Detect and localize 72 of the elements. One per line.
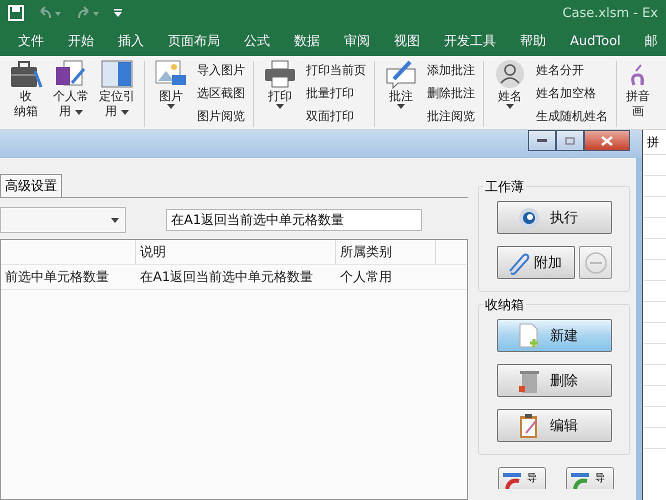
- table-cell-text: 个人常用: [339, 269, 393, 287]
- ribbon-button[interactable]: 收 纳箱: [6, 59, 46, 129]
- close-button[interactable]: [584, 130, 630, 151]
- comment-pen-icon: [384, 59, 418, 89]
- ribbon-item[interactable]: 选区截图: [197, 84, 245, 102]
- minimize-button[interactable]: [528, 130, 556, 151]
- undo-icon: [38, 6, 62, 20]
- ribbon-item[interactable]: 批量打印: [306, 84, 366, 102]
- menu-tab[interactable]: 邮: [632, 26, 666, 56]
- table-cell-text: 在A1返回当前选中单元格数量: [139, 269, 314, 287]
- window-title: Case.xlsm - Ex: [562, 6, 658, 20]
- menu-tab[interactable]: 审阅: [332, 26, 382, 56]
- ribbon-button[interactable]: 打印: [260, 59, 300, 129]
- ribbon-item[interactable]: 批注阅览: [427, 107, 475, 125]
- clipboard-icon: [518, 412, 540, 438]
- menu-tab[interactable]: 帮助: [508, 26, 558, 56]
- split-panel-icon: [100, 59, 134, 89]
- action-button[interactable]: 执行: [497, 201, 612, 234]
- menu-tab[interactable]: 插入: [106, 26, 156, 56]
- import-icon: [503, 471, 523, 489]
- ribbon-item[interactable]: 打印当前页: [306, 61, 366, 79]
- menu-tab[interactable]: 页面布局: [156, 26, 232, 56]
- ribbon-item[interactable]: 图片阅览: [197, 107, 245, 125]
- sheet-cell: 拼: [643, 130, 666, 155]
- transfer-button[interactable]: 导: [498, 467, 546, 489]
- maximize-button[interactable]: [556, 130, 584, 151]
- ribbon-item[interactable]: 生成随机姓名: [536, 107, 608, 125]
- table-cell-text: 前选中单元格数量: [4, 269, 110, 287]
- menu-tab[interactable]: 开始: [56, 26, 106, 56]
- description-field[interactable]: 在A1返回当前选中单元格数量: [166, 209, 422, 231]
- minimize-icon: [537, 139, 547, 142]
- customize-icon: [114, 9, 122, 17]
- ribbon-item[interactable]: 添加批注: [427, 61, 475, 79]
- ribbon-button[interactable]: 个人常 用: [50, 59, 92, 129]
- ribbon-item[interactable]: 姓名分开: [536, 61, 608, 79]
- transfer-button[interactable]: 导: [566, 467, 614, 489]
- ribbon-button[interactable]: 拼音 画: [623, 59, 653, 129]
- action-button[interactable]: 新建: [497, 319, 612, 352]
- minus-icon: [584, 252, 606, 274]
- ribbon-item[interactable]: 导入图片: [197, 61, 245, 79]
- menu-tab[interactable]: 数据: [282, 26, 332, 56]
- toolbox-icon: [9, 59, 43, 89]
- menu-tab[interactable]: 文件: [6, 26, 56, 56]
- menu-tab[interactable]: AudTool: [558, 26, 633, 56]
- menu-tab[interactable]: 开发工具: [432, 26, 508, 56]
- redo-icon: [76, 6, 100, 20]
- group-title: 收纳箱: [483, 296, 526, 314]
- action-button[interactable]: 附加: [497, 246, 575, 279]
- group-title: 工作薄: [483, 178, 526, 196]
- export-icon: [571, 471, 591, 489]
- ribbon-button[interactable]: 定位引 用: [96, 59, 138, 129]
- column-header[interactable]: 说明: [136, 240, 336, 264]
- ribbon-button[interactable]: 姓名: [490, 59, 530, 129]
- column-header[interactable]: 所属类别: [336, 240, 436, 264]
- menu-tab[interactable]: 视图: [382, 26, 432, 56]
- ribbon-button[interactable]: 图片: [151, 59, 191, 129]
- menu-tab[interactable]: 公式: [232, 26, 282, 56]
- action-button[interactable]: 删除: [497, 364, 612, 397]
- settings-tab[interactable]: 高级设置: [0, 174, 62, 197]
- ribbon-button[interactable]: 批注: [381, 59, 421, 129]
- ribbon-item[interactable]: 姓名加空格: [536, 84, 608, 102]
- close-icon: [601, 136, 613, 146]
- ribbon-item[interactable]: 删除批注: [427, 84, 475, 102]
- ribbon-item[interactable]: 双面打印: [306, 107, 366, 125]
- maximize-icon: [565, 136, 575, 144]
- save-icon: [8, 5, 24, 21]
- remove-button[interactable]: [579, 246, 612, 279]
- printer-icon: [263, 59, 297, 89]
- person-icon: [493, 59, 527, 89]
- caret-icon: [111, 218, 119, 222]
- new-document-icon: [518, 322, 540, 348]
- action-button[interactable]: 编辑: [497, 409, 612, 442]
